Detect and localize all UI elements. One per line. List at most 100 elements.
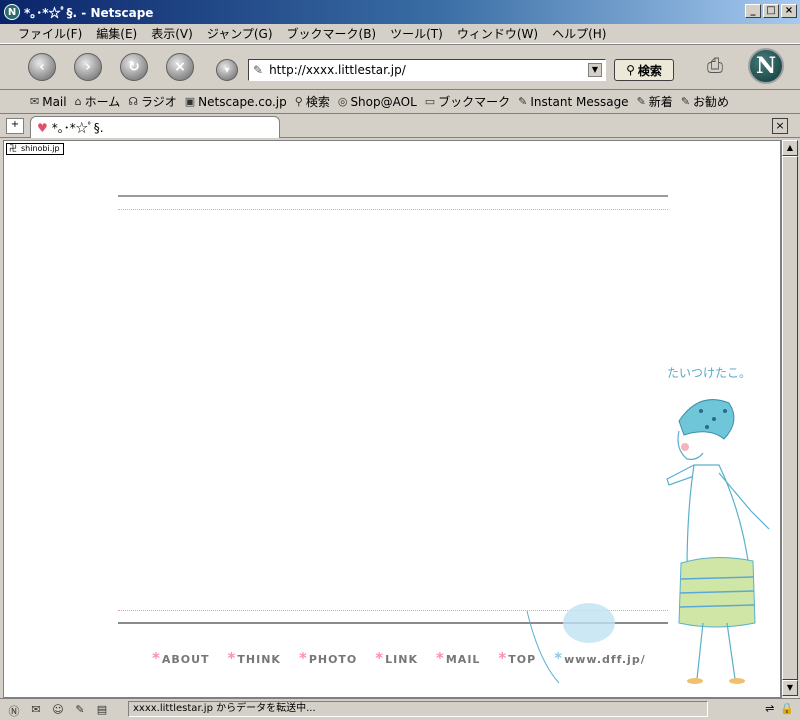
url-dropdown-button[interactable]: ▾ <box>216 59 238 81</box>
footer-link-top[interactable]: * TOP <box>498 649 536 667</box>
bookmark-label: ラジオ <box>141 95 177 109</box>
aol-icon: ◎ <box>337 95 348 108</box>
chevron-down-icon: ▾ <box>224 64 230 76</box>
forward-arrow-icon: › <box>85 59 91 75</box>
footer-link-about[interactable]: * ABOUT <box>152 649 210 667</box>
close-tab-button[interactable]: × <box>772 118 788 134</box>
url-field[interactable]: ✎ http://xxxx.littlestar.jp/ ▼ <box>248 59 606 81</box>
bookmark-mail[interactable]: ✉ Mail <box>30 95 67 109</box>
bookmark-shop[interactable]: ◎ Shop@AOL <box>338 95 417 109</box>
navigation-toolbar: ‹ › ↻ × ▾ ✎ http://xxxx.littlestar.jp/ ▼… <box>0 44 800 90</box>
footer-link-photo[interactable]: * PHOTO <box>299 649 357 667</box>
bookmark-label: お勧め <box>693 95 730 109</box>
netscape-small-icon[interactable]: Ⓝ <box>6 703 22 718</box>
menu-bookmarks[interactable]: ブックマーク(B) <box>287 25 377 42</box>
maximize-button[interactable]: □ <box>763 4 779 18</box>
mail-icon: ✉ <box>30 95 40 108</box>
close-button[interactable]: × <box>781 4 797 18</box>
print-button[interactable]: ⎙ <box>700 53 730 79</box>
headphones-icon: ☊ <box>128 95 138 108</box>
reload-icon: ↻ <box>128 59 140 75</box>
bookmark-radio[interactable]: ☊ ラジオ <box>128 93 177 110</box>
personal-toolbar: ✉ Mail ⌂ ホーム ☊ ラジオ ▣ Netscape.co.jp ⚲ 検索 ◎ Sho… <box>0 90 800 114</box>
link-icon: ✎ <box>518 95 528 108</box>
back-button[interactable]: ‹ <box>28 53 56 81</box>
status-bar: Ⓝ ✉ ☺ ✎ ▤ xxxx.littlestar.jp からデータを転送中..… <box>0 698 800 720</box>
shinobi-badge[interactable]: 卍 shinobi.jp <box>6 143 64 155</box>
mail-icon[interactable]: ✉ <box>28 703 44 717</box>
heart-pin-icon: ♥ <box>37 120 48 135</box>
status-indicators: ⇌ 🔒 <box>765 702 794 715</box>
scroll-thumb[interactable] <box>782 156 798 680</box>
footer-link-dff[interactable]: * www.dff.jp/ <box>554 649 646 667</box>
vertical-scrollbar[interactable]: ▲ ▼ <box>781 140 798 698</box>
link-icon: ✎ <box>636 95 646 108</box>
footer-link-link[interactable]: * LINK <box>375 649 418 667</box>
bookmark-label: Mail <box>42 94 67 109</box>
reload-button[interactable]: ↻ <box>120 53 148 81</box>
bookmark-recommended[interactable]: ✎ お勧め <box>681 93 729 110</box>
tab-title: *｡･*☆ﾟ§. <box>51 121 104 135</box>
footer-link-think[interactable]: * THINK <box>228 649 281 667</box>
footer-link-label: THINK <box>237 653 281 666</box>
bookmark-label: ブックマーク <box>438 95 511 109</box>
folder-icon: ▭ <box>424 95 436 108</box>
footer-nav: * ABOUT * THINK * PHOTO * LINK * MAIL * TOP * w… <box>152 649 664 667</box>
stop-button[interactable]: × <box>166 53 194 81</box>
window-controls: _ □ × <box>745 4 797 18</box>
top-divider <box>118 195 668 197</box>
minimize-button[interactable]: _ <box>745 4 761 18</box>
shinobi-label: shinobi.jp <box>21 144 60 153</box>
bookmark-bookmarks[interactable]: ▭ ブックマーク <box>425 93 510 110</box>
bookmark-search[interactable]: ⚲ 検索 <box>295 93 330 110</box>
menu-go[interactable]: ジャンプ(G) <box>207 25 273 42</box>
page-link-icon: ✎ <box>253 63 264 77</box>
menu-view[interactable]: 表示(V) <box>151 25 193 42</box>
bookmark-label: 検索 <box>305 95 330 109</box>
illustration-caption: たいつけたこ。 <box>667 366 751 380</box>
footer-link-label: ABOUT <box>161 653 210 666</box>
bookmark-home[interactable]: ⌂ ホーム <box>75 93 121 110</box>
status-text: xxxx.littlestar.jp からデータを転送中... <box>128 701 708 717</box>
star-icon: * <box>227 649 237 667</box>
footer-link-label: TOP <box>508 653 537 666</box>
scroll-down-button[interactable]: ▼ <box>782 680 798 696</box>
star-icon: * <box>436 649 445 667</box>
tab-current[interactable]: ♥ *｡･*☆ﾟ§. <box>30 116 280 138</box>
forward-button[interactable]: › <box>74 53 102 81</box>
star-icon: * <box>152 649 161 667</box>
bookmark-netscape[interactable]: ▣ Netscape.co.jp <box>185 95 287 109</box>
netscape-app-icon[interactable]: N <box>4 4 20 20</box>
menu-tools[interactable]: ツール(T) <box>390 25 443 42</box>
stop-icon: × <box>174 59 186 75</box>
search-icon: ⚲ <box>294 95 303 108</box>
my-icon: ▣ <box>184 95 196 108</box>
bookmark-new[interactable]: ✎ 新着 <box>637 93 673 110</box>
url-history-dropdown[interactable]: ▼ <box>588 63 602 77</box>
top-dotted-divider <box>118 209 668 210</box>
bookmark-label: ホーム <box>84 95 121 109</box>
netscape-logo[interactable]: N <box>748 48 784 84</box>
menu-help[interactable]: ヘルプ(H) <box>552 25 606 42</box>
security-lock-icon[interactable]: 🔒 <box>780 702 794 715</box>
footer-link-label: MAIL <box>445 653 481 666</box>
bookmark-label: Netscape.co.jp <box>198 94 287 109</box>
menu-edit[interactable]: 編集(E) <box>96 25 137 42</box>
tab-bar: + ♥ *｡･*☆ﾟ§. × <box>0 114 800 138</box>
new-tab-button[interactable]: + <box>6 118 24 134</box>
menu-bar: ファイル(F) 編集(E) 表示(V) ジャンプ(G) ブックマーク(B) ツー… <box>0 24 800 44</box>
bookmark-instant-message[interactable]: ✎ Instant Message <box>518 95 628 109</box>
star-icon: * <box>298 649 308 667</box>
menu-file[interactable]: ファイル(F) <box>18 25 82 42</box>
magnifier-icon: ⚲ <box>626 63 635 77</box>
footer-link-mail[interactable]: * MAIL <box>436 649 480 667</box>
search-button[interactable]: ⚲ 検索 <box>614 59 674 81</box>
footer-link-label: PHOTO <box>308 653 358 666</box>
scroll-up-button[interactable]: ▲ <box>782 140 798 156</box>
person-icon[interactable]: ☺ <box>50 703 66 717</box>
title-bar: N *｡･*☆ﾟ§. - Netscape _ □ × <box>0 0 800 24</box>
address-book-icon[interactable]: ▤ <box>94 703 110 717</box>
star-icon: * <box>554 649 564 667</box>
composer-icon[interactable]: ✎ <box>72 703 88 717</box>
menu-window[interactable]: ウィンドウ(W) <box>457 25 538 42</box>
